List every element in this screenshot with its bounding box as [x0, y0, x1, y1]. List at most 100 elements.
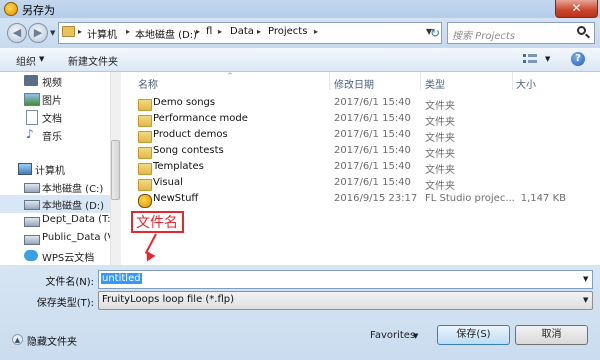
- file-type: 文件夹: [425, 181, 455, 192]
- file-row-visual[interactable]: Visual 2017/6/1 15:40 文件夹: [136, 176, 576, 192]
- file-row-demo-songs[interactable]: Demo songs 2017/6/1 15:40 文件夹: [136, 96, 576, 112]
- chevron-down-icon[interactable]: ▼: [39, 55, 44, 63]
- file-type: 文件夹: [425, 133, 455, 144]
- sidebar-item-label: WPS云文档: [42, 253, 95, 264]
- file-size: 1,147 KB: [520, 193, 566, 204]
- drive-icon: [24, 183, 40, 193]
- folder-icon: [138, 115, 152, 127]
- sidebar-item-label: 图片: [42, 96, 62, 107]
- organize-button[interactable]: 组织: [16, 53, 36, 68]
- sidebar-item-public-data[interactable]: Public_Data (V:): [0, 230, 120, 248]
- column-divider[interactable]: [512, 72, 513, 90]
- file-date: 2017/6/1 15:40: [334, 145, 411, 156]
- file-name: Templates: [153, 161, 204, 172]
- cloud-icon: [24, 250, 38, 261]
- breadcrumb-data[interactable]: Data: [230, 26, 254, 37]
- file-date: 2016/9/15 23:17: [334, 193, 418, 204]
- file-name: Visual: [153, 177, 183, 188]
- chevron-down-icon[interactable]: ▼: [583, 275, 588, 283]
- filename-value[interactable]: untitled: [101, 273, 142, 284]
- chevron-down-icon[interactable]: ▼: [583, 296, 588, 304]
- sidebar-item-label: 视频: [42, 78, 62, 89]
- filetype-value[interactable]: FruityLoops loop file (*.flp): [102, 294, 234, 305]
- file-row-product-demos[interactable]: Product demos 2017/6/1 15:40 文件夹: [136, 128, 576, 144]
- sidebar-item-label: 文档: [42, 114, 62, 125]
- file-row-song-contests[interactable]: Song contests 2017/6/1 15:40 文件夹: [136, 144, 576, 160]
- sidebar-scrollbar-thumb[interactable]: [111, 140, 120, 200]
- column-header-size[interactable]: 大小: [516, 76, 536, 91]
- filetype-label: 保存类型(T):: [36, 298, 94, 309]
- file-name: Product demos: [153, 129, 228, 140]
- music-icon: ♪: [26, 127, 34, 141]
- breadcrumb-fl[interactable]: fl: [206, 26, 212, 37]
- help-icon[interactable]: ?: [571, 52, 585, 66]
- folder-icon: [138, 163, 152, 175]
- sidebar-item-drive-d[interactable]: 本地磁盘 (D:): [0, 195, 120, 213]
- file-date: 2017/6/1 15:40: [334, 161, 411, 172]
- file-type: 文件夹: [425, 117, 455, 128]
- sidebar-item-label: Dept_Data (T:): [42, 214, 115, 225]
- breadcrumb-separator[interactable]: ▸: [126, 27, 130, 36]
- favorites-button[interactable]: Favorites: [370, 330, 415, 341]
- breadcrumb-computer[interactable]: 计算机: [87, 26, 117, 41]
- breadcrumb-separator[interactable]: ▸: [218, 27, 222, 36]
- filename-label: 文件名(N):: [45, 277, 94, 288]
- hide-folders-button[interactable]: 隐藏文件夹: [27, 333, 77, 348]
- refresh-icon[interactable]: ↻: [427, 23, 443, 43]
- sidebar-item-drive-c[interactable]: 本地磁盘 (C:): [0, 178, 120, 196]
- folder-icon: [62, 26, 75, 37]
- folder-icon: [138, 131, 152, 143]
- folder-icon: [138, 179, 152, 191]
- file-name: Performance mode: [153, 113, 248, 124]
- file-date: 2017/6/1 15:40: [334, 129, 411, 140]
- sidebar-item-pictures[interactable]: 图片: [0, 90, 120, 108]
- cancel-button[interactable]: 取消: [515, 325, 588, 345]
- chevron-down-icon[interactable]: ▼: [413, 332, 418, 340]
- folder-icon: [138, 147, 152, 159]
- breadcrumb-separator[interactable]: ▸: [314, 27, 318, 36]
- forward-button[interactable]: ▶: [28, 23, 48, 43]
- save-button[interactable]: 保存(S): [437, 325, 510, 345]
- back-button[interactable]: ◀: [7, 23, 27, 43]
- breadcrumb-drive-d[interactable]: 本地磁盘 (D:): [135, 26, 197, 41]
- sidebar-item-dept-data[interactable]: Dept_Data (T:): [0, 212, 120, 230]
- file-type: 文件夹: [425, 101, 455, 112]
- breadcrumb-separator[interactable]: ▸: [78, 27, 82, 36]
- column-divider[interactable]: [420, 72, 421, 90]
- file-name: Demo songs: [153, 97, 216, 108]
- close-button[interactable]: ✕: [555, 0, 598, 18]
- sort-ascending-icon: ^: [227, 72, 233, 80]
- sidebar-item-wps-cloud[interactable]: WPS云文档: [0, 247, 120, 265]
- recent-locations-dropdown[interactable]: ▼: [50, 29, 55, 37]
- file-date: 2017/6/1 15:40: [334, 113, 411, 124]
- collapse-icon[interactable]: ▲: [12, 334, 23, 345]
- file-type: 文件夹: [425, 165, 455, 176]
- file-name: Song contests: [153, 145, 224, 156]
- file-row-performance-mode[interactable]: Performance mode 2017/6/1 15:40 文件夹: [136, 112, 576, 128]
- file-date: 2017/6/1 15:40: [334, 97, 411, 108]
- new-folder-button[interactable]: 新建文件夹: [68, 53, 118, 68]
- network-drive-icon: [24, 217, 40, 227]
- sidebar-item-documents[interactable]: 文档: [0, 108, 120, 126]
- search-placeholder[interactable]: 搜索 Projects: [452, 27, 515, 42]
- title-bar: [0, 0, 600, 18]
- computer-icon: [18, 163, 32, 175]
- chevron-down-icon[interactable]: ▼: [545, 55, 550, 63]
- column-header-date[interactable]: 修改日期: [334, 76, 374, 91]
- column-header-type[interactable]: 类型: [425, 76, 445, 91]
- column-header-name[interactable]: 名称: [138, 76, 158, 91]
- sidebar-item-computer[interactable]: 计算机: [0, 160, 120, 178]
- folder-icon: [138, 99, 152, 111]
- sidebar-item-music[interactable]: ♪ 音乐: [0, 126, 120, 144]
- filename-input[interactable]: [98, 270, 593, 289]
- file-row-templates[interactable]: Templates 2017/6/1 15:40 文件夹: [136, 160, 576, 176]
- column-divider[interactable]: [329, 72, 330, 90]
- breadcrumb-separator[interactable]: ▸: [257, 27, 261, 36]
- file-row-newstuff[interactable]: NewStuff 2016/9/15 23:17 FL Studio proje…: [136, 192, 576, 208]
- breadcrumb-projects[interactable]: Projects: [268, 26, 307, 37]
- view-options-icon[interactable]: [523, 53, 537, 65]
- sidebar-item-videos[interactable]: 视频: [0, 72, 120, 90]
- breadcrumb-separator[interactable]: ▸: [196, 27, 200, 36]
- documents-icon: [26, 110, 38, 125]
- annotation-label: 文件名: [136, 215, 178, 231]
